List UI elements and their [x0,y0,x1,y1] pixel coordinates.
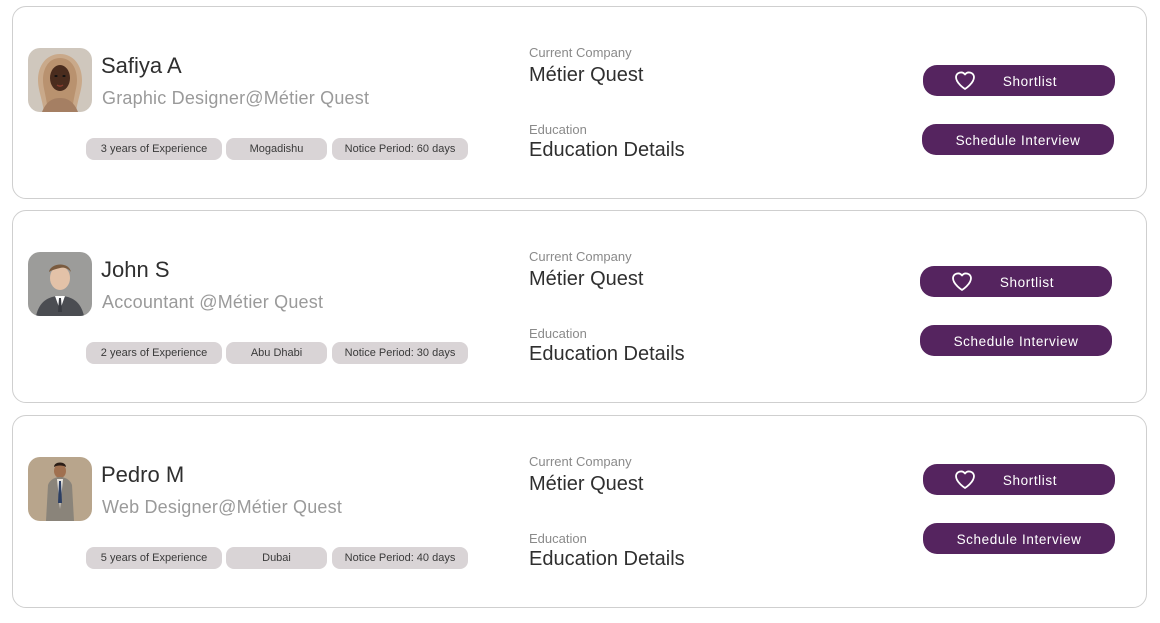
candidate-card: Pedro M Web Designer@Métier Quest 5 year… [12,415,1147,608]
experience-tag: 3 years of Experience [86,138,222,160]
candidate-card: Safiya A Graphic Designer@Métier Quest 3… [12,6,1147,199]
experience-tag: 2 years of Experience [86,342,222,364]
candidate-name: Pedro M [101,462,185,487]
avatar [28,252,92,316]
current-company-value: Métier Quest [529,473,644,495]
shortlist-button[interactable]: Shortlist [923,65,1115,96]
notice-period-tag: Notice Period: 30 days [332,342,468,364]
shortlist-button[interactable]: Shortlist [920,266,1112,297]
shortlist-label: Shortlist [1002,74,1058,89]
heart-outline-icon [955,470,975,489]
location-tag: Dubai [226,547,327,569]
avatar [28,48,92,112]
current-company-label: Current Company [529,249,632,264]
current-company-value: Métier Quest [529,64,644,86]
current-company-value: Métier Quest [529,268,644,290]
education-label: Education [529,326,587,341]
candidate-role: Accountant @Métier Quest [102,292,324,312]
heart-outline-icon [955,71,975,90]
current-company-label: Current Company [529,45,632,60]
notice-period-tag: Notice Period: 60 days [332,138,468,160]
avatar [28,457,92,521]
heart-outline-icon [952,272,972,291]
education-value: Education Details [529,139,685,161]
candidate-role: Web Designer@Métier Quest [102,497,343,517]
current-company-label: Current Company [529,454,632,469]
schedule-interview-button[interactable]: Schedule Interview [922,124,1114,155]
schedule-interview-button[interactable]: Schedule Interview [920,325,1112,356]
candidate-name: John S [101,257,170,282]
candidate-role: Graphic Designer@Métier Quest [102,88,370,108]
location-tag: Abu Dhabi [226,342,327,364]
education-value: Education Details [529,548,685,570]
notice-period-tag: Notice Period: 40 days [332,547,468,569]
candidate-card: John S Accountant @Métier Quest 2 years … [12,210,1147,403]
shortlist-button[interactable]: Shortlist [923,464,1115,495]
education-value: Education Details [529,343,685,365]
experience-tag: 5 years of Experience [86,547,222,569]
schedule-interview-button[interactable]: Schedule Interview [923,523,1115,554]
candidate-name: Safiya A [101,53,182,78]
shortlist-label: Shortlist [999,275,1055,290]
education-label: Education [529,531,587,546]
education-label: Education [529,122,587,137]
location-tag: Mogadishu [226,138,327,160]
shortlist-label: Shortlist [1002,473,1058,488]
